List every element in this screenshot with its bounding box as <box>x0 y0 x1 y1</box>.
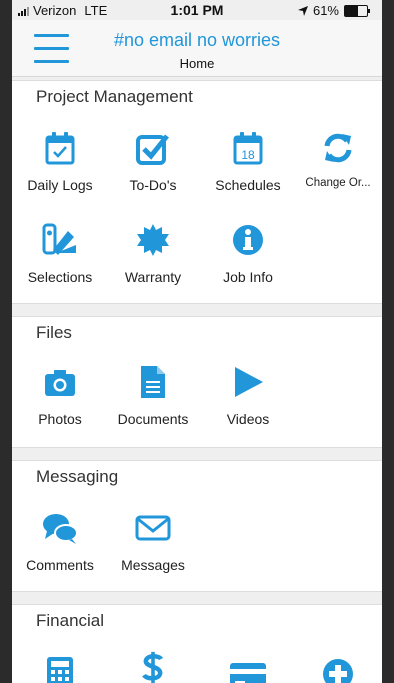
location-arrow-icon <box>297 5 308 16</box>
job-info-button[interactable]: Job Info <box>202 223 294 285</box>
page-subtitle: Home <box>179 56 215 71</box>
credit-card-button[interactable] <box>202 659 294 683</box>
checkbox-icon <box>136 134 169 165</box>
selections-button[interactable]: Selections <box>14 223 106 285</box>
calendar-icon: 18 <box>233 132 263 165</box>
page-title[interactable]: #no email no worries <box>12 30 382 51</box>
section-title: Messaging <box>36 467 119 486</box>
warranty-label: Warranty <box>124 269 182 285</box>
refresh-icon <box>324 133 352 163</box>
section-title: Files <box>36 323 72 342</box>
section-title: Project Management <box>36 87 193 106</box>
videos-label: Videos <box>226 411 270 427</box>
todos-label: To-Do's <box>129 177 177 193</box>
messages-label: Messages <box>121 557 185 573</box>
dollar-button[interactable] <box>107 651 199 683</box>
documents-button[interactable]: Documents <box>107 365 199 427</box>
plus-circle-icon <box>323 659 353 683</box>
daily-logs-button[interactable]: Daily Logs <box>14 131 106 193</box>
daily-logs-label: Daily Logs <box>27 177 93 193</box>
videos-button[interactable]: Videos <box>202 365 294 427</box>
app-frame: Verizon LTE 1:01 PM 61% #no email no wor… <box>12 0 382 683</box>
calendar-day: 18 <box>241 148 255 162</box>
envelope-icon <box>135 515 171 541</box>
schedules-label: Schedules <box>215 177 281 193</box>
info-icon <box>233 225 263 255</box>
messages-button[interactable]: Messages <box>107 511 199 573</box>
section-title: Financial <box>36 611 105 630</box>
section-financial: Financial <box>12 604 382 683</box>
certificate-icon <box>137 224 169 256</box>
selections-label: Selections <box>27 269 93 285</box>
job-info-label: Job Info <box>223 269 273 285</box>
section-project-management: Project Management Daily Logs To-Do's 18… <box>12 80 382 304</box>
change-orders-label: Change Or... <box>305 177 371 189</box>
battery-icon <box>344 4 370 17</box>
dollar-icon <box>142 651 164 683</box>
change-orders-button[interactable]: Change Or... <box>292 131 382 189</box>
comments-button[interactable]: Comments <box>14 511 106 573</box>
warranty-button[interactable]: Warranty <box>107 223 199 285</box>
status-bar: Verizon LTE 1:01 PM 61% <box>12 0 382 20</box>
play-icon <box>235 367 263 397</box>
section-messaging: Messaging Comments Messages <box>12 460 382 592</box>
photos-button[interactable]: Photos <box>14 365 106 427</box>
calendar-check-icon <box>45 132 75 165</box>
comments-icon <box>43 514 78 544</box>
todos-button[interactable]: To-Do's <box>107 131 199 193</box>
credit-card-icon <box>230 663 266 683</box>
calculator-icon <box>47 657 73 683</box>
section-files: Files Photos Documents Videos <box>12 316 382 448</box>
schedules-button[interactable]: 18 Schedules <box>202 131 294 193</box>
comments-label: Comments <box>26 557 94 573</box>
app-header: #no email no worries Home <box>12 20 382 77</box>
swatches-icon <box>42 223 76 255</box>
photos-label: Photos <box>38 411 82 427</box>
add-button[interactable] <box>292 657 382 683</box>
document-icon <box>141 366 165 398</box>
camera-icon <box>45 370 75 396</box>
battery-percent: 61% <box>312 3 339 18</box>
calculator-button[interactable] <box>14 655 106 683</box>
documents-label: Documents <box>117 411 189 427</box>
